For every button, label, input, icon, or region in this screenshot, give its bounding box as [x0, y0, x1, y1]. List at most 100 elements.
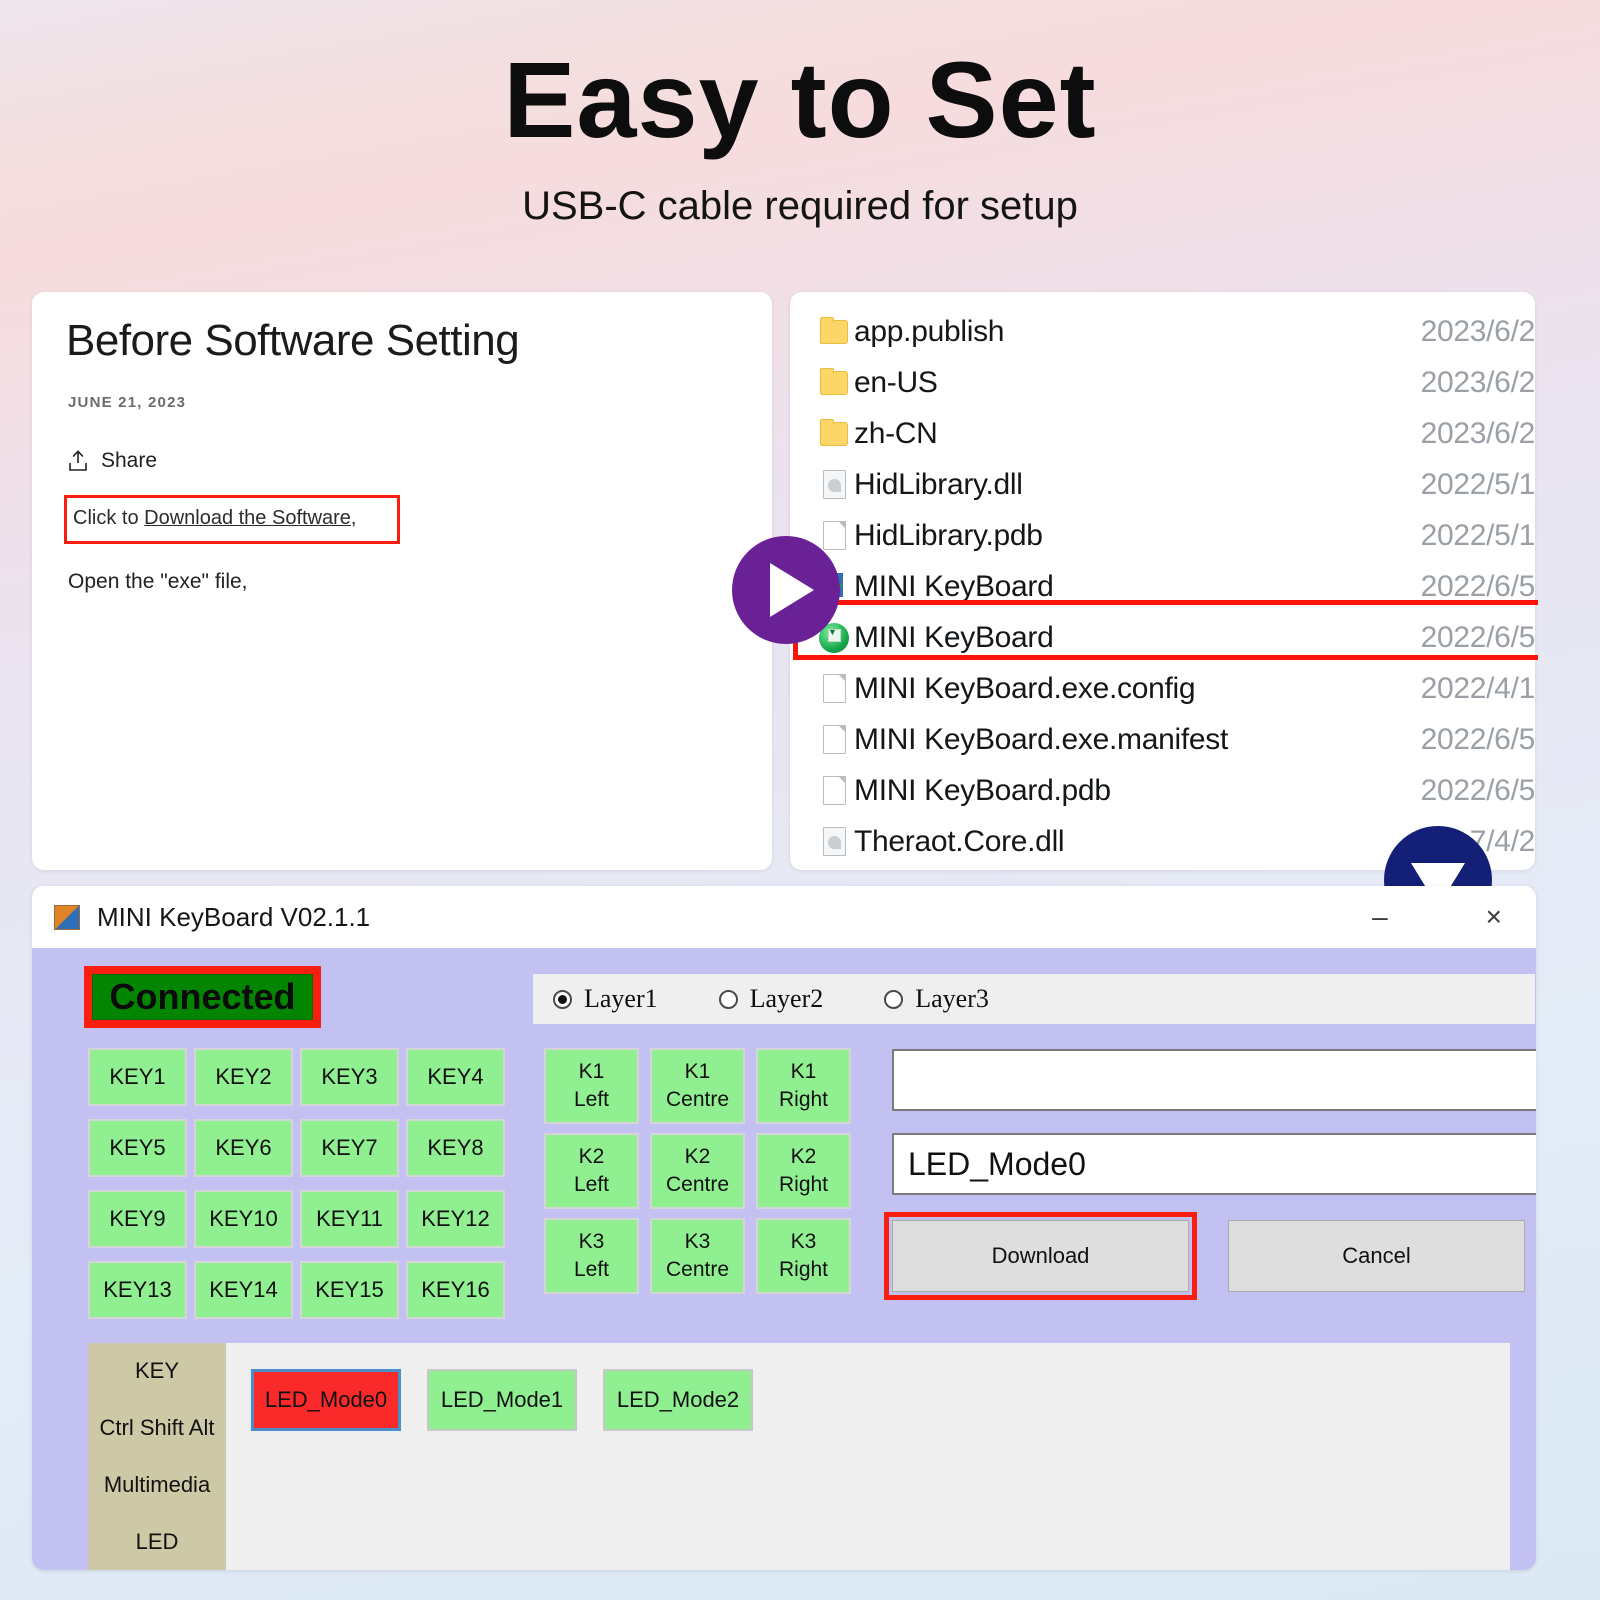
file-icon-wrap: [814, 316, 854, 344]
download-button[interactable]: Download: [892, 1220, 1189, 1292]
key-button[interactable]: KEY5: [88, 1119, 187, 1177]
key-button[interactable]: KEY11: [300, 1190, 399, 1248]
macro-input-bottom[interactable]: LED_Mode0: [892, 1133, 1536, 1195]
file-date: 2022/6/5: [1420, 569, 1535, 603]
layer-label: Layer1: [584, 984, 658, 1013]
key-button[interactable]: KEY8: [406, 1119, 505, 1177]
k-button[interactable]: K2 Right: [756, 1133, 851, 1209]
file-name: en-US: [854, 365, 938, 399]
mode-tab-key[interactable]: KEY: [88, 1343, 226, 1400]
window-body: Connected Layer1 Layer2 Layer3 KEY1 KEY2 KEY…: [32, 948, 1536, 1570]
layer-option-3[interactable]: Layer3: [884, 984, 989, 1014]
play-button[interactable]: [732, 536, 840, 644]
key-button[interactable]: KEY7: [300, 1119, 399, 1177]
file-list: app.publish 2023/6/2 en-US 2023/6/2 zh-CN 202…: [790, 292, 1535, 867]
close-button[interactable]: ×: [1486, 903, 1502, 931]
key-button[interactable]: KEY6: [194, 1119, 293, 1177]
k-cell: K2 Centre: [650, 1133, 756, 1218]
key-button-grid: KEY1 KEY2 KEY3 KEY4 KEY5 KEY6 KEY7 KEY8 KEY9 KEY1…: [88, 1048, 512, 1319]
k-bottom-label: Left: [573, 1258, 610, 1281]
file-row[interactable]: app.publish 2023/6/2: [790, 306, 1535, 357]
key-button[interactable]: KEY10: [194, 1190, 293, 1248]
k-bottom-label: Right: [778, 1258, 829, 1281]
k-button[interactable]: K3 Centre: [650, 1218, 745, 1294]
highlight-bar-bottom: [793, 655, 1538, 660]
mode-tab-area: KEY Ctrl Shift Alt Multimedia LED LED_Mode0…: [88, 1343, 1510, 1570]
share-icon: [69, 450, 87, 471]
file-name: zh-CN: [854, 416, 938, 450]
hero-banner: Easy to Set USB-C cable required for set…: [0, 0, 1600, 250]
key-cell: KEY16: [406, 1261, 512, 1319]
k-bottom-label: Left: [573, 1173, 610, 1196]
key-button[interactable]: KEY2: [194, 1048, 293, 1106]
k-top-label: K1: [578, 1059, 605, 1083]
file-icon-wrap: [814, 776, 854, 805]
minimize-button[interactable]: –: [1372, 903, 1388, 931]
k-button[interactable]: K1 Right: [756, 1048, 851, 1124]
file-icon-wrap: [814, 827, 854, 856]
mode-tab-led[interactable]: LED: [88, 1513, 226, 1570]
connection-status-highlight: Connected: [84, 966, 321, 1028]
key-button[interactable]: KEY3: [300, 1048, 399, 1106]
k-cell: K1 Left: [544, 1048, 650, 1133]
folder-icon: [820, 418, 848, 446]
key-button[interactable]: KEY14: [194, 1261, 293, 1319]
blog-date: JUNE 21, 2023: [68, 394, 187, 411]
file-row[interactable]: MINI KeyBoard.pdb 2022/6/5: [790, 765, 1535, 816]
page-subtitle: USB-C cable required for setup: [522, 184, 1078, 228]
app-icon: [54, 904, 80, 930]
blog-post-card: Before Software Setting JUNE 21, 2023 Sh…: [32, 292, 772, 870]
k-button[interactable]: K2 Left: [544, 1133, 639, 1209]
k-cell: K3 Right: [756, 1218, 862, 1303]
blog-title: Before Software Setting: [66, 316, 520, 365]
layer-option-2[interactable]: Layer2: [718, 984, 823, 1014]
led-mode-button[interactable]: LED_Mode1: [427, 1369, 577, 1431]
file-row[interactable]: MINI KeyBoard.exe.config 2022/4/1: [790, 663, 1535, 714]
k-top-label: K3: [684, 1229, 711, 1253]
play-icon: [769, 563, 814, 617]
key-button[interactable]: KEY9: [88, 1190, 187, 1248]
file-name: MINI KeyBoard: [854, 620, 1054, 654]
k-button[interactable]: K1 Left: [544, 1048, 639, 1124]
layer-option-1[interactable]: Layer1: [553, 984, 658, 1014]
file-icon-wrap: [814, 725, 854, 754]
mode-tab-multimedia[interactable]: Multimedia: [88, 1457, 226, 1514]
mode-tab-ctrl-shift-alt[interactable]: Ctrl Shift Alt: [88, 1400, 226, 1457]
radio-icon: [718, 989, 738, 1009]
key-button[interactable]: KEY16: [406, 1261, 505, 1319]
k-button[interactable]: K3 Right: [756, 1218, 851, 1294]
file-row[interactable]: MINI KeyBoard.exe.manifest 2022/6/5: [790, 714, 1535, 765]
file-name: MINI KeyBoard.exe.config: [854, 671, 1196, 705]
page-title: Easy to Set: [503, 39, 1097, 160]
key-button[interactable]: KEY13: [88, 1261, 187, 1319]
led-mode-button[interactable]: LED_Mode0: [251, 1369, 401, 1431]
led-mode-button[interactable]: LED_Mode2: [603, 1369, 753, 1431]
radio-icon: [553, 989, 572, 1009]
macro-input-top[interactable]: [892, 1049, 1536, 1111]
window-title-bar: MINI KeyBoard V02.1.1 – ×: [32, 886, 1536, 948]
k-cell: K3 Left: [544, 1218, 650, 1303]
folder-icon: [820, 316, 848, 344]
share-button[interactable]: Share: [32, 411, 772, 473]
download-software-link[interactable]: Download the Software: [144, 507, 351, 529]
download-software-line: Click to Download the Software,: [73, 507, 391, 530]
led-mode-list: LED_Mode0 LED_Mode1 LED_Mode2: [226, 1343, 1510, 1570]
file-row[interactable]: en-US 2023/6/2: [790, 357, 1535, 408]
k-button[interactable]: K3 Left: [544, 1218, 639, 1294]
file-date: 2022/5/1: [1420, 467, 1535, 501]
file-row[interactable]: HidLibrary.pdb 2022/5/1: [790, 510, 1535, 561]
k-button-grid: K1 Left K1 Centre K1 Right K2 Left K2 Centre K2 Rig…: [544, 1048, 862, 1303]
key-button[interactable]: KEY1: [88, 1048, 187, 1106]
file-row[interactable]: HidLibrary.dll 2022/5/1: [790, 459, 1535, 510]
k-button[interactable]: K1 Centre: [650, 1048, 745, 1124]
key-button[interactable]: KEY4: [406, 1048, 505, 1106]
file-icon-wrap: [814, 674, 854, 703]
key-cell: KEY14: [194, 1261, 300, 1319]
key-button[interactable]: KEY15: [300, 1261, 399, 1319]
key-button[interactable]: KEY12: [406, 1190, 505, 1248]
file-row[interactable]: zh-CN 2023/6/2: [790, 408, 1535, 459]
layer-selector: Layer1 Layer2 Layer3: [533, 974, 1535, 1024]
cancel-button[interactable]: Cancel: [1228, 1220, 1525, 1292]
k-button[interactable]: K2 Centre: [650, 1133, 745, 1209]
mode-tab-sidebar: KEY Ctrl Shift Alt Multimedia LED: [88, 1343, 226, 1570]
